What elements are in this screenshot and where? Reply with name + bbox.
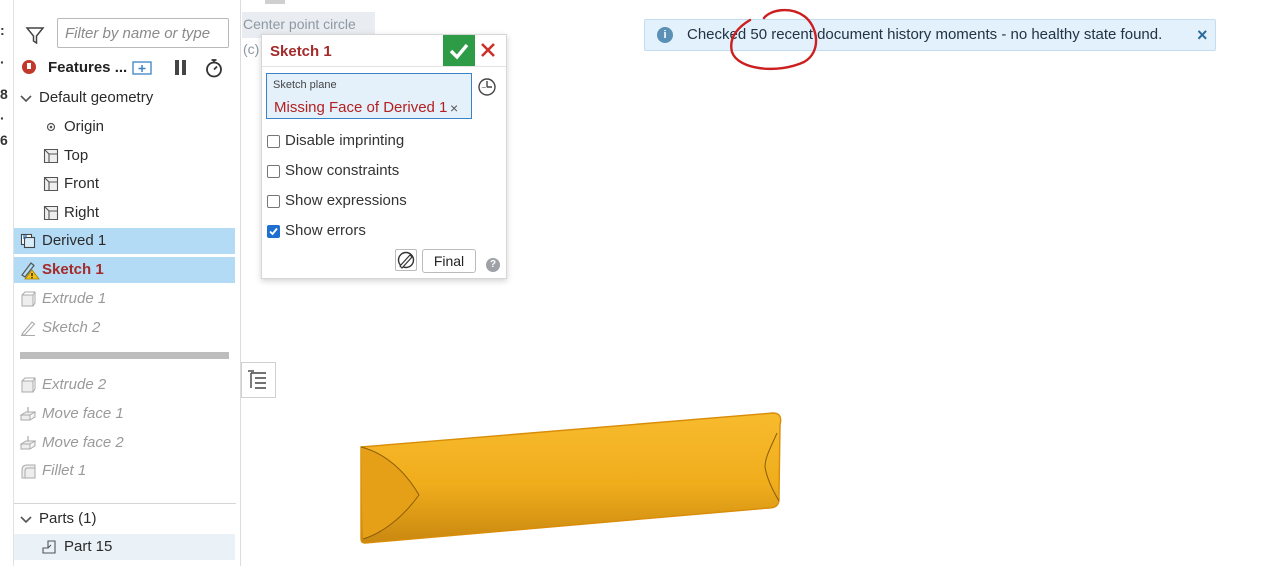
dialog-divider [262,66,506,67]
top-label: Top [64,147,89,164]
sketch-plane-field[interactable]: Sketch plane Missing Face of Derived 1 × [266,73,472,119]
move-face-icon [20,407,36,421]
checkbox-box-checked[interactable] [267,225,280,238]
checkbox-box[interactable] [267,165,280,178]
sketch2-label: Sketch 2 [42,319,101,336]
disable-imprinting-label: Disable imprinting [285,132,405,149]
sketch1-label: Sketch 1 [42,261,104,278]
parts-separator [14,503,236,504]
derived-label: Derived 1 [42,232,107,249]
plane-icon [43,205,59,221]
fillet-icon [21,464,36,479]
final-button[interactable]: Final [422,249,476,273]
pencil-circle-icon [397,251,415,269]
derived-icon [20,233,36,249]
sketch-warning-icon [21,262,40,280]
filter-icon[interactable] [24,24,46,46]
part-3d-view[interactable] [355,405,785,550]
moveface1-label: Move face 1 [42,405,124,422]
chevron-down-icon[interactable] [18,90,34,106]
feature-item-derived-1[interactable]: Derived 1 [14,228,235,254]
red-annotation-circle [730,8,818,71]
add-folder-icon[interactable] [132,59,152,75]
feature-item-right[interactable]: Right [14,200,235,226]
extrude2-label: Extrude 2 [42,376,107,393]
features-label: Features ... [48,59,128,76]
sketch-dialog: Sketch 1 Sketch plane Missing Face of De… [261,34,507,279]
plane-icon [43,148,59,164]
feature-item-top[interactable]: Top [14,143,235,169]
part-item[interactable]: Part 15 [14,534,235,560]
parts-group[interactable]: Parts (1) [14,506,235,532]
show-expressions-label: Show expressions [285,192,407,209]
filter-input[interactable]: Filter by name or type [57,18,229,48]
part-icon [42,540,56,554]
sketch-plane-caption: Sketch plane [273,79,337,91]
moveface2-label: Move face 2 [42,434,124,451]
remove-selection-icon[interactable]: × [450,100,458,116]
checkbox-box[interactable] [267,135,280,148]
help-icon[interactable]: ? [486,258,500,272]
error-icon [22,60,36,74]
feature-item-origin[interactable]: Origin [14,114,235,140]
part-label: Part 15 [64,538,113,555]
sketch-icon [21,321,36,336]
rollback-bar[interactable] [20,352,229,359]
fillet1-label: Fillet 1 [42,462,87,479]
feature-item-move-face-2[interactable]: Move face 2 [14,430,235,456]
sketch-tools-button[interactable] [395,249,417,271]
extrude-icon [21,291,36,307]
origin-icon [46,122,56,132]
origin-label: Origin [64,118,105,135]
list-toggle-button[interactable] [241,362,276,398]
feature-item-sketch-1[interactable]: Sketch 1 [14,257,235,283]
show-constraints-label: Show constraints [285,162,400,179]
sketch-plane-value: Missing Face of Derived 1 [274,99,448,116]
cancel-button[interactable] [479,41,497,59]
feature-item-front[interactable]: Front [14,171,235,197]
front-label: Front [64,175,100,192]
right-label: Right [64,204,100,221]
move-face-icon [20,436,36,450]
close-icon[interactable]: × [1197,25,1208,46]
feature-item-extrude-1[interactable]: Extrude 1 [14,286,235,312]
accept-button[interactable] [443,35,475,66]
default-geometry-label: Default geometry [39,89,154,106]
default-geometry-group[interactable]: Default geometry [14,85,235,111]
features-header[interactable]: Features ... [20,57,235,79]
plane-icon [43,176,59,192]
feature-list-panel: Filter by name or type Features ... Defa… [14,0,241,566]
parts-header-label: Parts (1) [39,510,97,527]
checkbox-box[interactable] [267,195,280,208]
extrude1-label: Extrude 1 [42,290,107,307]
history-clock-icon[interactable] [477,77,497,97]
feature-item-move-face-1[interactable]: Move face 1 [14,401,235,427]
extrude-icon [21,377,36,393]
pause-icon[interactable] [174,60,188,75]
list-icon [248,370,266,389]
chevron-down-icon[interactable] [18,511,34,527]
feature-item-fillet-1[interactable]: Fillet 1 [14,458,235,484]
check-icon [449,43,469,60]
feature-item-extrude-2[interactable]: Extrude 2 [14,372,235,398]
stopwatch-icon[interactable] [204,58,224,78]
dialog-title: Sketch 1 [270,43,332,60]
feature-item-sketch-2[interactable]: Sketch 2 [14,315,235,341]
left-toolbar-edge: : · 8 · 6 [0,0,14,566]
show-errors-label: Show errors [285,222,366,239]
info-icon: i [657,27,673,43]
